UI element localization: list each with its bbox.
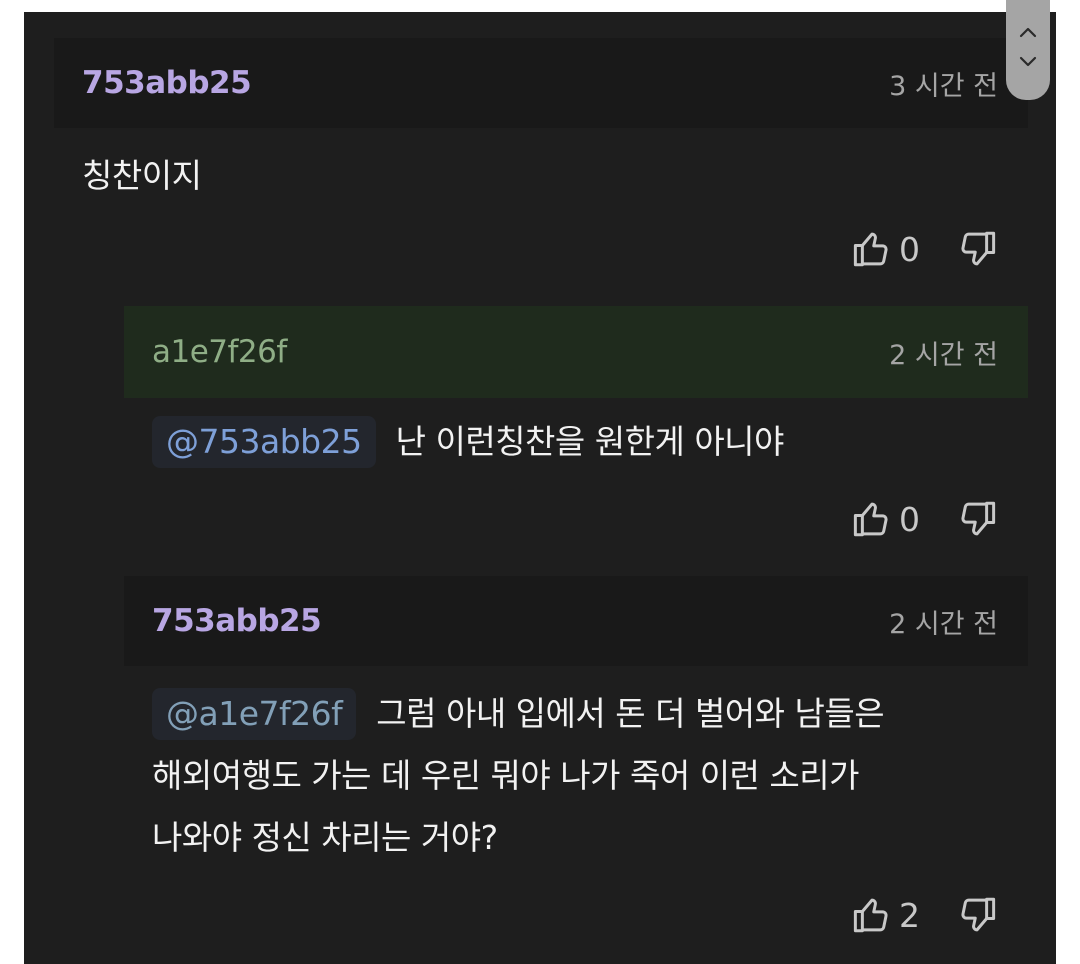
scroll-navigator bbox=[1006, 0, 1050, 100]
thumbs-up-icon[interactable] bbox=[851, 228, 893, 270]
mention-link[interactable]: @a1e7f26f bbox=[152, 688, 357, 740]
comment-line: 난 이런칭찬을 원한게 아니야 bbox=[395, 422, 785, 461]
chevron-up-icon[interactable] bbox=[1016, 22, 1040, 42]
comment-actions: 2 bbox=[851, 894, 998, 936]
comment-actions: 0 bbox=[851, 228, 998, 270]
thumbs-down-icon[interactable] bbox=[956, 498, 998, 540]
comment-timestamp: 2 시간 전 bbox=[889, 339, 998, 371]
comment-timestamp: 2 시간 전 bbox=[889, 608, 998, 640]
mention-link[interactable]: @753abb25 bbox=[152, 416, 376, 468]
comment-line: 그럼 아내 입에서 돈 더 벌어와 남들은 bbox=[376, 694, 885, 733]
chevron-down-icon[interactable] bbox=[1016, 52, 1040, 72]
comment-author[interactable]: a1e7f26f bbox=[152, 334, 287, 370]
comment-header: 753abb25 3 시간 전 bbox=[54, 38, 1028, 128]
comment-line-wrap: @a1e7f26f 그럼 아내 입에서 돈 더 벌어와 남들은 bbox=[152, 683, 885, 745]
comment-text: @a1e7f26f 그럼 아내 입에서 돈 더 벌어와 남들은 해외여행도 가는 … bbox=[152, 683, 885, 869]
like-count: 0 bbox=[899, 229, 920, 269]
thumbs-up-icon[interactable] bbox=[851, 498, 893, 540]
comment-timestamp: 3 시간 전 bbox=[889, 70, 998, 102]
comment-header: 753abb25 2 시간 전 bbox=[124, 576, 1028, 666]
thumbs-down-icon[interactable] bbox=[956, 894, 998, 936]
comment-text: @753abb25 난 이런칭찬을 원한게 아니야 bbox=[152, 411, 784, 473]
comment-author[interactable]: 753abb25 bbox=[152, 603, 322, 639]
comment-author[interactable]: 753abb25 bbox=[82, 65, 252, 101]
comment-line: 해외여행도 가는 데 우린 뭐야 나가 죽어 이런 소리가 bbox=[152, 756, 859, 795]
like-count: 2 bbox=[899, 895, 920, 935]
thumbs-down-icon[interactable] bbox=[956, 228, 998, 270]
comment-line: 칭찬이지 bbox=[82, 156, 202, 195]
thumbs-up-icon[interactable] bbox=[851, 894, 893, 936]
comment-text: 칭찬이지 bbox=[82, 145, 202, 207]
like-count: 0 bbox=[899, 499, 920, 539]
comment-actions: 0 bbox=[851, 498, 998, 540]
comment-header: a1e7f26f 2 시간 전 bbox=[124, 306, 1028, 398]
comment-line: 나와야 정신 차리는 거야? bbox=[152, 818, 498, 857]
